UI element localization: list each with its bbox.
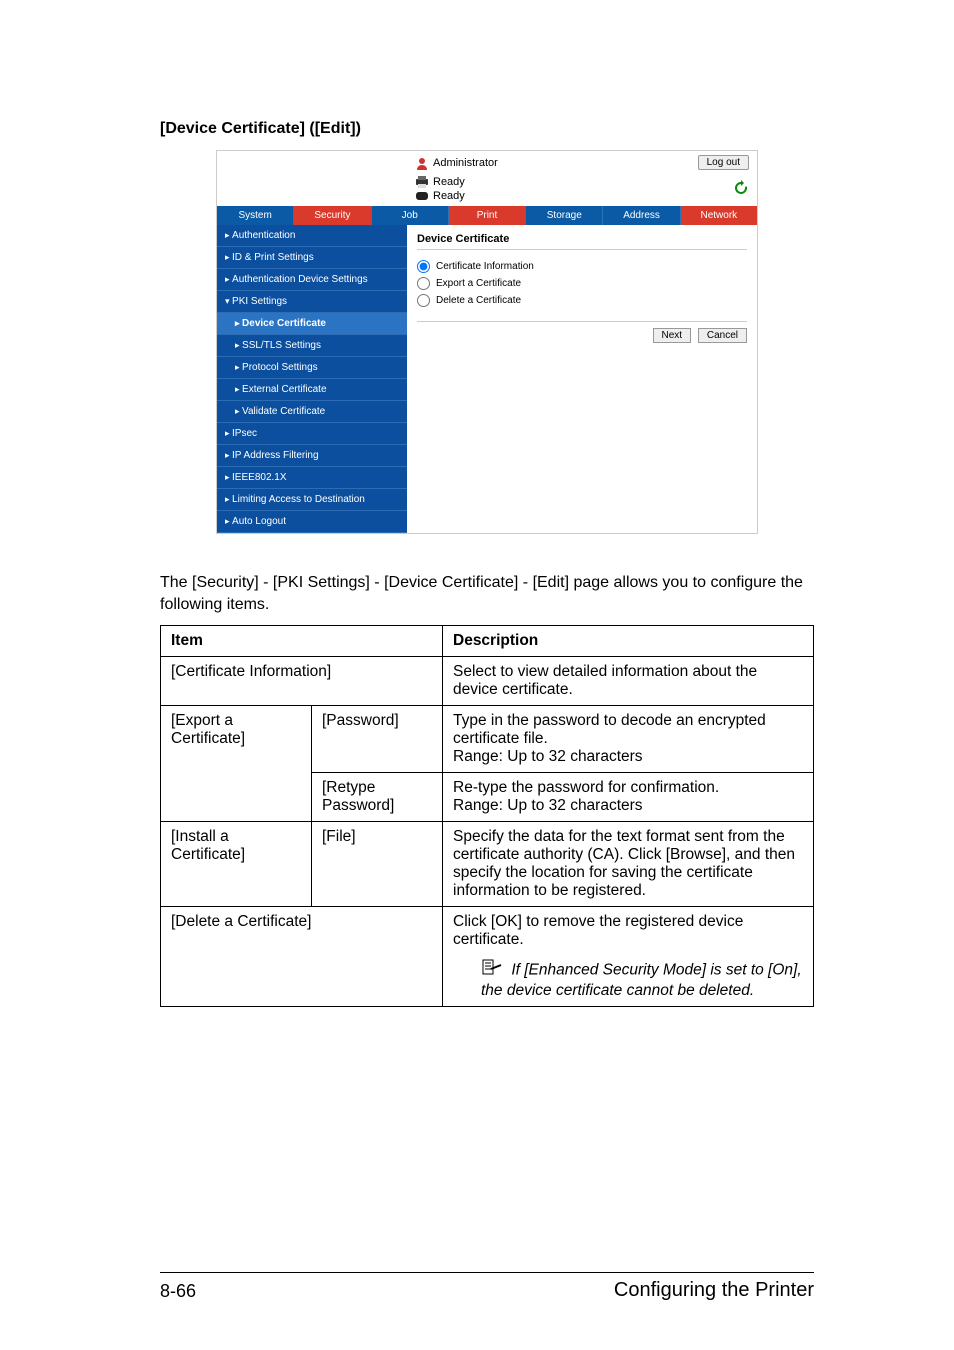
note-icon — [481, 959, 503, 982]
row-install-item: [Install a Certificate] — [161, 822, 312, 907]
sidebar-item-authentication[interactable]: Authentication — [217, 225, 407, 247]
row-install-file-item: [File] — [312, 822, 443, 907]
radio-cert-info[interactable]: Certificate Information — [417, 258, 747, 275]
tab-network[interactable]: Network — [681, 206, 757, 225]
row-export-item: [Export a Certificate] — [161, 706, 312, 822]
sidebar-item-id-print[interactable]: ID & Print Settings — [217, 247, 407, 269]
radio-export-cert[interactable]: Export a Certificate — [417, 275, 747, 292]
admin-label: Administrator — [433, 157, 498, 169]
tab-system[interactable]: System — [217, 206, 294, 225]
sidebar-item-external-cert[interactable]: External Certificate — [217, 379, 407, 401]
sidebar-item-auto-logout[interactable]: Auto Logout — [217, 511, 407, 533]
sidebar: Authentication ID & Print Settings Authe… — [217, 225, 407, 533]
status-ready-1: Ready — [433, 176, 465, 188]
sidebar-item-limiting[interactable]: Limiting Access to Destination — [217, 489, 407, 511]
sidebar-item-validate-cert[interactable]: Validate Certificate — [217, 401, 407, 423]
status-ready-2: Ready — [433, 190, 465, 202]
refresh-icon[interactable] — [733, 180, 749, 199]
sidebar-item-protocol[interactable]: Protocol Settings — [217, 357, 407, 379]
user-icon — [415, 156, 429, 170]
settings-table: Item Description [Certificate Informatio… — [160, 625, 814, 1007]
tab-storage[interactable]: Storage — [526, 206, 603, 225]
logout-button[interactable]: Log out — [698, 155, 749, 170]
section-heading: [Device Certificate] ([Edit]) — [160, 120, 814, 138]
row-export-password-desc: Type in the password to decode an encryp… — [443, 706, 814, 773]
row-delete-desc-note: If [Enhanced Security Mode] is set to [O… — [481, 962, 802, 999]
page-footer: 8-66 Configuring the Printer — [160, 1272, 814, 1302]
row-cert-info-desc: Select to view detailed information abou… — [443, 657, 814, 706]
th-item: Item — [161, 626, 443, 657]
row-export-retype-desc: Re-type the password for confirmation. R… — [443, 773, 814, 822]
sidebar-item-ipsec[interactable]: IPsec — [217, 423, 407, 445]
embedded-screenshot: Administrator Log out Ready Ready System — [216, 150, 758, 534]
row-cert-info-item: [Certificate Information] — [161, 657, 443, 706]
radio-delete-cert[interactable]: Delete a Certificate — [417, 292, 747, 309]
sidebar-item-device-certificate[interactable]: Device Certificate — [217, 313, 407, 335]
sidebar-item-ieee[interactable]: IEEE802.1X — [217, 467, 407, 489]
sidebar-item-auth-device[interactable]: Authentication Device Settings — [217, 269, 407, 291]
row-install-desc: Specify the data for the text format sen… — [443, 822, 814, 907]
content-title: Device Certificate — [417, 233, 747, 250]
row-delete-desc-main: Click [OK] to remove the registered devi… — [453, 913, 803, 949]
sidebar-item-ip-filter[interactable]: IP Address Filtering — [217, 445, 407, 467]
printer-icon — [415, 176, 429, 188]
row-export-retype-item: [Retype Password] — [312, 773, 443, 822]
th-desc: Description — [443, 626, 814, 657]
row-export-password-item: [Password] — [312, 706, 443, 773]
tab-job[interactable]: Job — [372, 206, 449, 225]
sidebar-item-pki[interactable]: PKI Settings — [217, 291, 407, 313]
row-delete-desc: Click [OK] to remove the registered devi… — [443, 907, 814, 1007]
cancel-button[interactable]: Cancel — [698, 328, 747, 343]
tab-address[interactable]: Address — [603, 206, 680, 225]
row-delete-item: [Delete a Certificate] — [161, 907, 443, 1007]
next-button[interactable]: Next — [653, 328, 692, 343]
footer-title: Configuring the Printer — [614, 1279, 814, 1302]
toner-icon — [415, 190, 429, 202]
sidebar-item-ssl[interactable]: SSL/TLS Settings — [217, 335, 407, 357]
tab-security[interactable]: Security — [294, 206, 371, 225]
tab-print[interactable]: Print — [449, 206, 526, 225]
top-tabs: System Security Job Print Storage Addres… — [217, 206, 757, 225]
page-caption: The [Security] - [PKI Settings] - [Devic… — [160, 572, 814, 615]
page-number: 8-66 — [160, 1281, 196, 1302]
